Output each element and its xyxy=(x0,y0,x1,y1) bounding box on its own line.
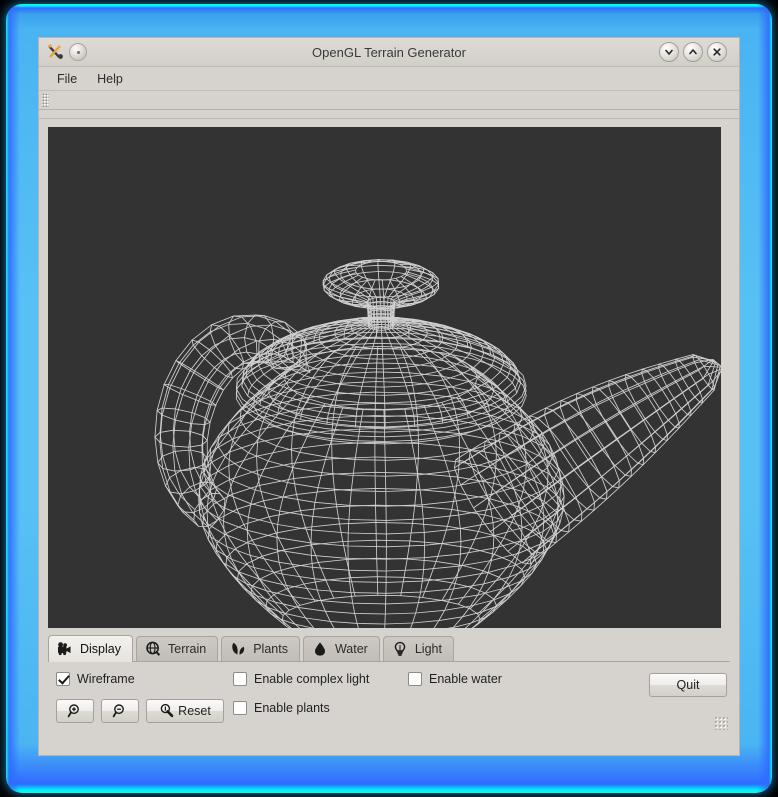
drag-handle-icon[interactable] xyxy=(42,93,49,107)
checkbox-enable-complex-light-box[interactable] xyxy=(233,672,247,686)
opengl-render-canvas[interactable] xyxy=(48,127,721,628)
checkbox-enable-water-box[interactable] xyxy=(408,672,422,686)
checkbox-enable-plants-label: Enable plants xyxy=(254,701,330,715)
close-button[interactable] xyxy=(707,42,727,62)
menu-item-help[interactable]: Help xyxy=(87,70,133,88)
maximize-button[interactable] xyxy=(683,42,703,62)
tab-terrain[interactable]: Terrain xyxy=(136,636,219,661)
menu-item-file[interactable]: File xyxy=(47,70,87,88)
tab-light-label: Light xyxy=(414,642,442,656)
reset-button[interactable]: Reset xyxy=(146,699,224,723)
tab-water-label: Water xyxy=(334,642,368,656)
zoom-out-button[interactable] xyxy=(101,699,139,723)
checkbox-wireframe-label: Wireframe xyxy=(77,672,135,686)
checkbox-enable-plants-box[interactable] xyxy=(233,701,247,715)
menu-bar: File Help xyxy=(39,67,739,90)
checkbox-enable-complex-light[interactable]: Enable complex light xyxy=(233,672,369,686)
chevron-up-icon xyxy=(689,49,697,55)
checkbox-enable-water[interactable]: Enable water xyxy=(408,672,502,686)
quit-button[interactable]: Quit xyxy=(649,673,727,697)
zoom-in-icon xyxy=(67,704,79,718)
droplet-icon xyxy=(314,642,325,656)
resize-grip-icon[interactable] xyxy=(714,716,728,730)
title-bar[interactable]: OpenGL Terrain Generator xyxy=(39,38,739,67)
leaves-icon xyxy=(232,642,245,655)
lightbulb-icon xyxy=(394,641,406,656)
reset-button-label: Reset xyxy=(178,704,211,718)
minimize-button[interactable] xyxy=(659,42,679,62)
tab-terrain-label: Terrain xyxy=(168,642,207,656)
tab-bar: Display Terrain Plants Water Light xyxy=(48,635,730,662)
toolbar-secondary xyxy=(39,110,739,119)
zoom-reset-icon xyxy=(160,703,174,718)
quit-button-label: Quit xyxy=(676,678,700,692)
tab-light[interactable]: Light xyxy=(382,636,454,661)
close-x-icon xyxy=(713,48,721,56)
zoom-in-button[interactable] xyxy=(56,699,94,723)
tab-water[interactable]: Water xyxy=(302,636,380,661)
chevron-down-icon xyxy=(665,49,673,55)
tab-plants-label: Plants xyxy=(253,642,288,656)
window-title: OpenGL Terrain Generator xyxy=(312,45,466,60)
viewport-container xyxy=(39,119,739,628)
checkbox-enable-water-label: Enable water xyxy=(429,672,502,686)
window-glow-frame: OpenGL Terrain Generator File Help Displ… xyxy=(6,4,772,793)
checkbox-enable-complex-light-label: Enable complex light xyxy=(254,672,370,686)
checkbox-wireframe-box[interactable] xyxy=(56,672,70,686)
teapot-wireframe xyxy=(48,127,721,628)
zoom-out-icon xyxy=(112,704,124,718)
camera-icon xyxy=(58,642,71,656)
tab-display[interactable]: Display xyxy=(48,635,133,662)
tab-display-label: Display xyxy=(80,642,121,656)
checkbox-enable-plants[interactable]: Enable plants xyxy=(233,701,330,715)
application-window: OpenGL Terrain Generator File Help Displ… xyxy=(38,37,740,756)
checkbox-wireframe[interactable]: Wireframe xyxy=(56,672,135,686)
toolbar xyxy=(39,90,739,110)
tab-plants[interactable]: Plants xyxy=(221,636,300,661)
globe-icon xyxy=(146,641,161,656)
display-panel: Wireframe Enable complex light Enable wa… xyxy=(48,662,730,732)
